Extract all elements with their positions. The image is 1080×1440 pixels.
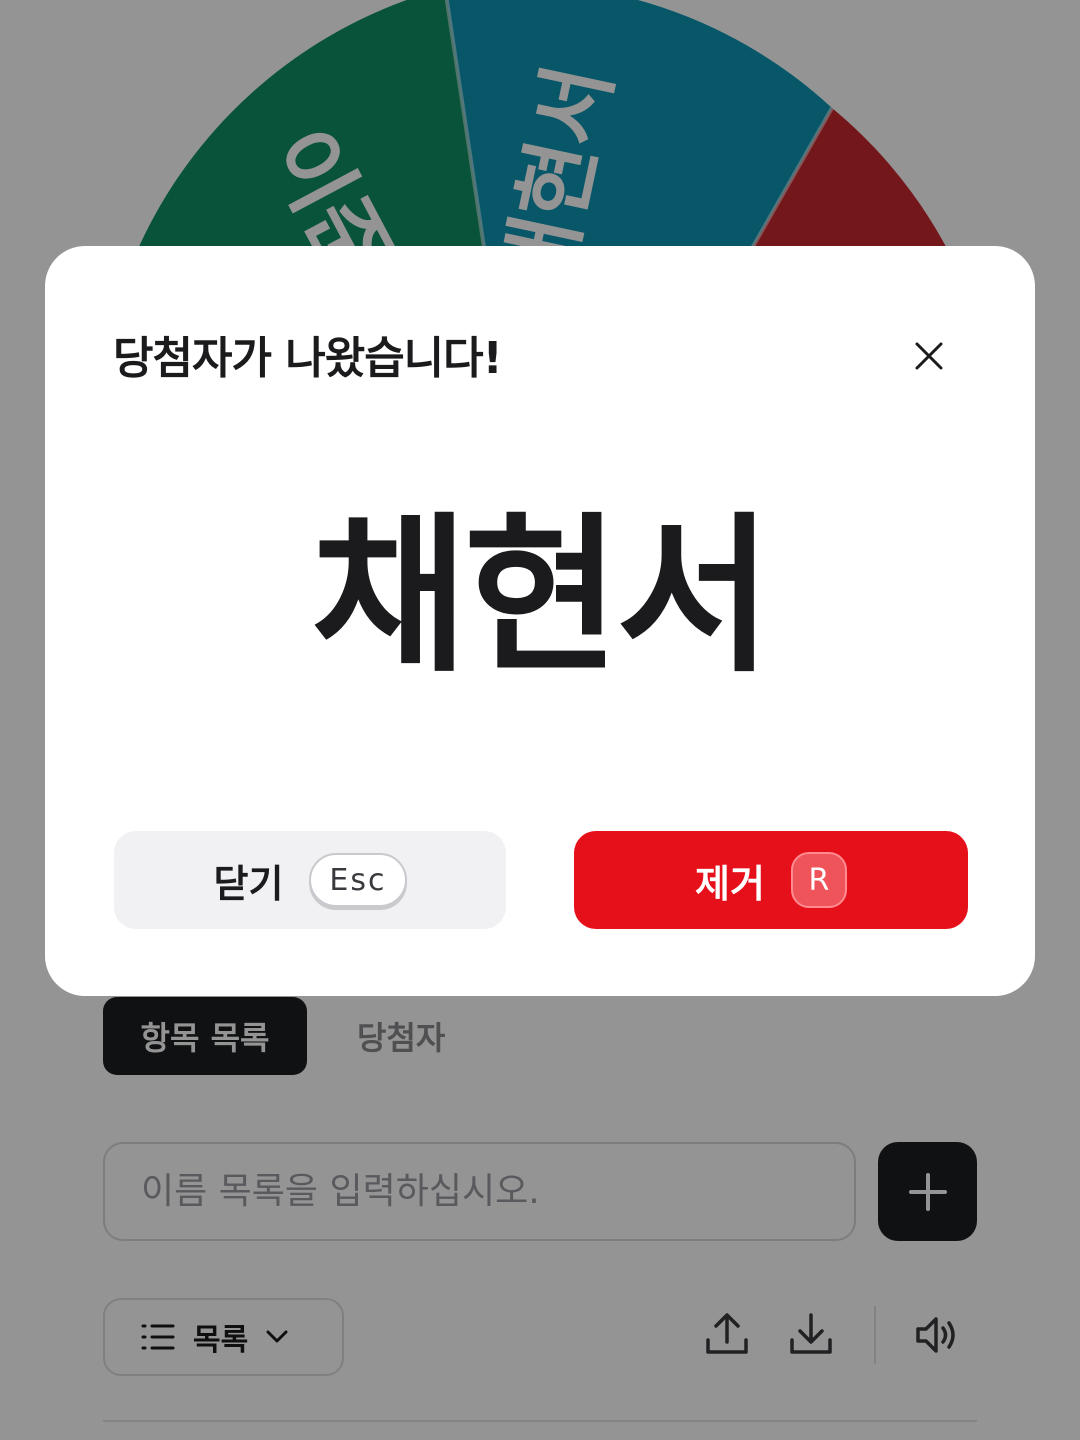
close-icon — [915, 342, 943, 370]
esc-key-badge: Esc — [309, 853, 407, 907]
remove-button[interactable]: 제거 R — [574, 831, 968, 929]
close-dialog-button[interactable] — [903, 330, 955, 382]
winner-dialog: 당첨자가 나왔습니다! 채현서 닫기 Esc 제거 R — [45, 246, 1035, 996]
remove-button-label: 제거 — [695, 861, 765, 906]
close-button-label: 닫기 — [213, 861, 284, 906]
dialog-title: 당첨자가 나왔습니다! — [113, 333, 503, 384]
close-button[interactable]: 닫기 Esc — [114, 831, 506, 929]
winner-name: 채현서 — [311, 498, 772, 696]
r-key-badge: R — [790, 852, 847, 908]
